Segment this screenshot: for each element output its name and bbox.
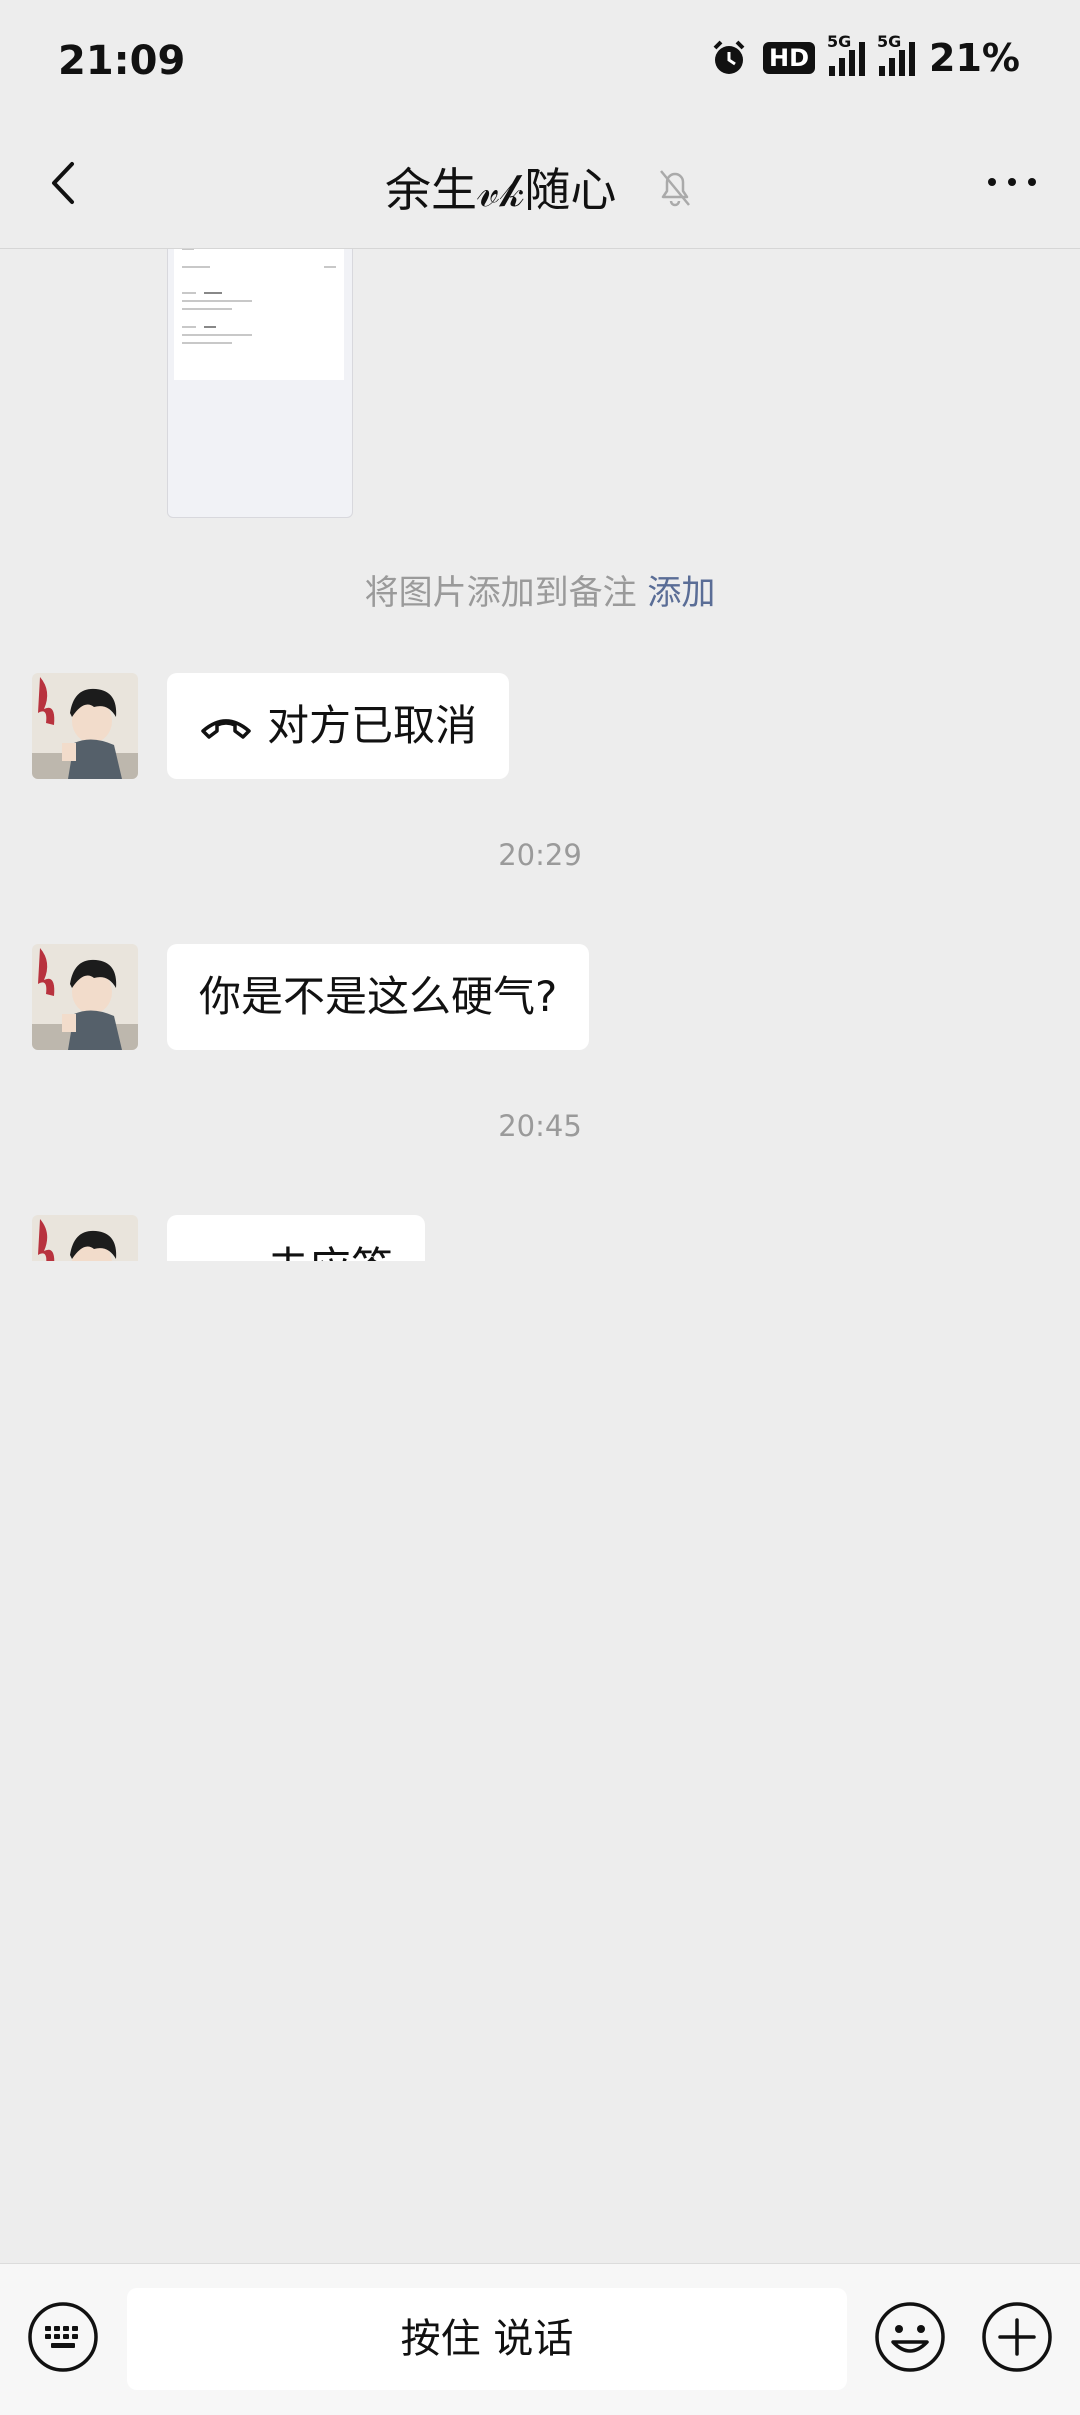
status-bar: 21:09 HD 5G 5G 21% [0, 0, 1080, 120]
status-icons: HD 5G 5G 21% [709, 32, 1020, 80]
signal-icon: 5G [827, 32, 866, 76]
text-message-bubble[interactable]: 你是不是这么硬气? [167, 944, 590, 1050]
status-time: 21:09 [58, 38, 186, 84]
message-text: 你是不是这么硬气? [199, 972, 558, 1021]
message-list: 将图片添加到备注 添加 对方已取消20:29你是不是这么硬气?20:45未应答未… [0, 249, 1080, 1261]
plus-icon[interactable] [980, 2300, 1054, 2374]
signal-icon: 5G [877, 32, 916, 76]
add-link[interactable]: 添加 [647, 573, 715, 613]
phone-hangup-icon [201, 718, 251, 739]
message-timestamp: 20:29 [498, 838, 582, 872]
emoji-icon[interactable] [873, 2300, 947, 2374]
image-message[interactable] [167, 249, 353, 518]
message-timestamp: 20:45 [498, 1109, 582, 1143]
document-thumbnail [174, 249, 344, 380]
avatar[interactable] [32, 944, 138, 1050]
mute-bell-icon [660, 170, 690, 207]
avatar[interactable] [32, 1215, 138, 1261]
battery-level: 21% [929, 36, 1020, 80]
chat-title: 余生𝓋𝓀随心 [384, 163, 617, 217]
more-dots-icon[interactable] [984, 170, 1040, 194]
phone-hangup-icon [223, 1260, 229, 1261]
chat-header: 余生𝓋𝓀随心 [0, 120, 1080, 249]
hd-badge: HD [763, 42, 816, 74]
keyboard-icon[interactable] [26, 2300, 100, 2374]
add-to-remark-hint: 将图片添加到备注 添加 [364, 573, 716, 613]
input-bar: 按住 说话 [0, 2263, 1080, 2415]
chat-title-wrap: 余生𝓋𝓀随心 [0, 154, 1080, 220]
alarm-icon [713, 40, 745, 74]
hold-to-talk-button[interactable]: 按住 说话 [127, 2288, 847, 2390]
message-text: 对方已取消 [267, 701, 478, 750]
call-status-bubble[interactable]: 对方已取消 [167, 673, 510, 779]
call-status-bubble[interactable]: 未应答 [167, 1215, 426, 1261]
avatar[interactable] [32, 673, 138, 779]
message-text: 未应答 [267, 1243, 393, 1261]
